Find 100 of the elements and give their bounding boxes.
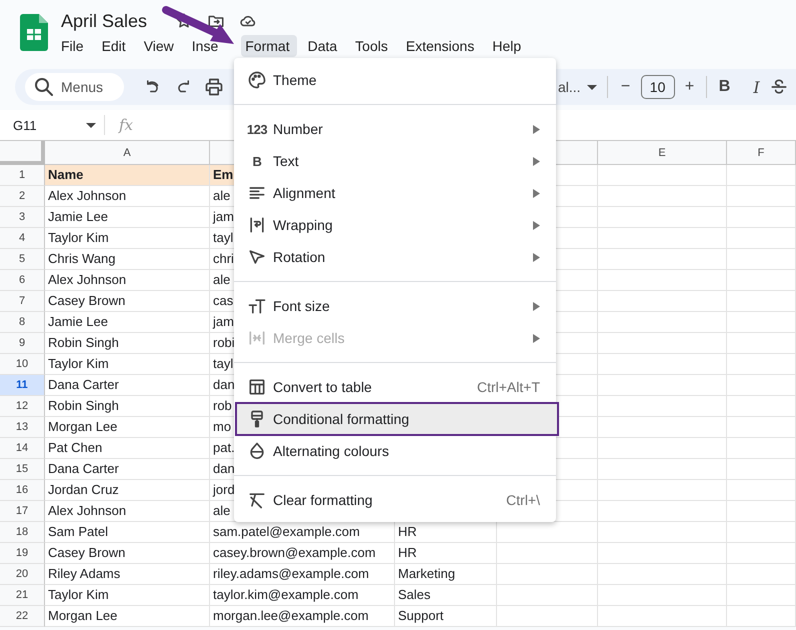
table-cell <box>727 249 796 270</box>
table-cell <box>727 291 796 312</box>
table-cell: Alex Johnson <box>45 270 210 291</box>
table-cell <box>727 522 796 543</box>
decrease-font-size-button[interactable]: − <box>614 78 638 96</box>
table-cell: Support <box>395 606 497 627</box>
table-cell <box>727 165 796 186</box>
row-header[interactable]: 8 <box>0 312 45 333</box>
table-cell: Sam Patel <box>45 522 210 543</box>
menu-bar-item[interactable]: Help <box>492 37 522 55</box>
table-cell <box>727 186 796 207</box>
table-cell <box>727 333 796 354</box>
menu-item[interactable]: 123 Number <box>234 113 556 145</box>
select-all-corner[interactable] <box>0 141 45 165</box>
menu-bar-item[interactable]: Data <box>308 37 338 55</box>
row-header[interactable]: 18 <box>0 522 45 543</box>
caret-icon <box>586 84 597 90</box>
menu-bar-item[interactable]: Extensions <box>406 37 474 55</box>
table-cell: Taylor Kim <box>45 228 210 249</box>
palette-icon <box>247 70 267 90</box>
table-cell: Pat Chen <box>45 438 210 459</box>
table-cell: Morgan Lee <box>45 417 210 438</box>
table-cell: Marketing <box>395 564 497 585</box>
row-header[interactable]: 11 <box>0 375 45 396</box>
table-cell: Taylor Kim <box>45 585 210 606</box>
row-header[interactable]: 21 <box>0 585 45 606</box>
row-header[interactable]: 22 <box>0 606 45 627</box>
table-cell <box>727 375 796 396</box>
table-cell <box>727 501 796 522</box>
menu-bar-item[interactable]: Inse <box>192 37 218 55</box>
row-header[interactable]: 6 <box>0 270 45 291</box>
row-header[interactable]: 16 <box>0 480 45 501</box>
row-header[interactable]: 10 <box>0 354 45 375</box>
bold-button[interactable]: B <box>712 78 737 96</box>
row-header[interactable]: 2 <box>0 186 45 207</box>
table-cell: casey.brown@example.com <box>210 543 395 564</box>
row-header[interactable]: 15 <box>0 459 45 480</box>
italic-button[interactable]: I <box>744 78 769 96</box>
row-header[interactable]: 13 <box>0 417 45 438</box>
column-header[interactable]: A <box>45 141 210 165</box>
table-cell: Chris Wang <box>45 249 210 270</box>
menu-bar-item[interactable]: Format <box>241 35 297 57</box>
table-cell <box>727 312 796 333</box>
table-cell <box>727 270 796 291</box>
table-cell: HR <box>395 543 497 564</box>
row-header[interactable]: 1 <box>0 165 45 186</box>
row-header[interactable]: 3 <box>0 207 45 228</box>
table-cell: Dana Carter <box>45 459 210 480</box>
menu-item[interactable]: Theme <box>234 64 556 96</box>
table-cell: Morgan Lee <box>45 606 210 627</box>
table-cell: Taylor Kim <box>45 354 210 375</box>
table-cell: Jamie Lee <box>45 207 210 228</box>
table-cell <box>727 207 796 228</box>
search-menus-field[interactable]: Menus <box>25 73 124 101</box>
table-cell <box>727 564 796 585</box>
caret-icon <box>86 122 96 128</box>
menu-bar-item[interactable]: Tools <box>355 37 388 55</box>
table-cell: Jordan Cruz <box>45 480 210 501</box>
row-header[interactable]: 9 <box>0 333 45 354</box>
cell-reference[interactable]: G11 <box>13 118 75 132</box>
table-cell <box>727 543 796 564</box>
sheets-logo-icon[interactable] <box>20 14 48 51</box>
menu-item[interactable]: Conditional formatting <box>236 403 558 435</box>
table-cell <box>727 438 796 459</box>
menu-bar-item[interactable]: File <box>61 37 84 55</box>
table-cell: Dana Carter <box>45 375 210 396</box>
table-cell: Sales <box>395 585 497 606</box>
row-header[interactable]: 5 <box>0 249 45 270</box>
table-cell: Robin Singh <box>45 333 210 354</box>
format-glyph: 123 <box>246 122 268 136</box>
font-dropdown[interactable]: al... <box>558 79 581 95</box>
table-icon <box>247 377 267 397</box>
menu-bar-item[interactable]: View <box>144 37 174 55</box>
table-cell: Alex Johnson <box>45 501 210 522</box>
table-cell: Riley Adams <box>45 564 210 585</box>
row-header[interactable]: 14 <box>0 438 45 459</box>
table-cell <box>727 396 796 417</box>
function-label: fx <box>119 116 134 134</box>
row-header[interactable]: 20 <box>0 564 45 585</box>
table-cell <box>727 417 796 438</box>
table-cell <box>727 606 796 627</box>
table-cell: Name <box>45 165 210 186</box>
row-header[interactable]: 19 <box>0 543 45 564</box>
document-title[interactable]: April Sales <box>61 10 148 32</box>
row-header[interactable]: 17 <box>0 501 45 522</box>
row-header[interactable]: 12 <box>0 396 45 417</box>
table-cell: Jamie Lee <box>45 312 210 333</box>
menu-bar-item[interactable]: Edit <box>102 37 126 55</box>
table-cell <box>727 228 796 249</box>
row-header[interactable]: 4 <box>0 228 45 249</box>
column-header[interactable]: F <box>727 141 796 165</box>
font-size-field[interactable]: 10 <box>640 75 675 99</box>
table-cell <box>727 459 796 480</box>
column-header[interactable]: E <box>598 141 727 165</box>
table-cell <box>727 585 796 606</box>
table-cell <box>727 354 796 375</box>
row-header[interactable]: 7 <box>0 291 45 312</box>
table-cell: taylor.kim@example.com <box>210 585 395 606</box>
increase-font-size-button[interactable]: + <box>678 78 702 96</box>
table-cell: Robin Singh <box>45 396 210 417</box>
